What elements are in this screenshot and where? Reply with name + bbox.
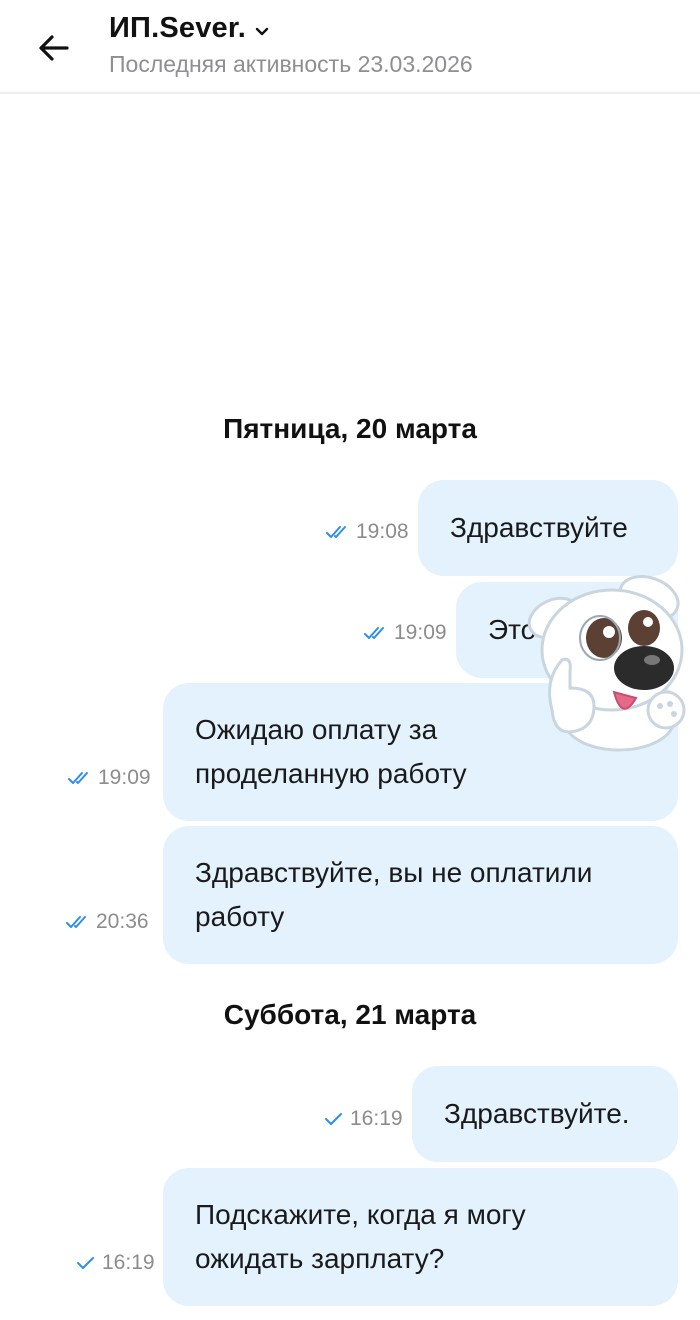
contact-name: ИП.Sever. [109, 12, 247, 44]
chat-header: ИП.Sever. Последняя активность 23.03.202… [0, 0, 700, 94]
message-meta: 19:09 [68, 766, 151, 790]
message-bubble[interactable]: Подскажите, когда я могу ожидать зарплат… [163, 1168, 678, 1306]
message-time: 19:09 [394, 621, 447, 644]
message-text: Здравствуйте. [444, 1098, 630, 1129]
message-time: 20:36 [96, 910, 149, 933]
arrow-left-icon [39, 35, 69, 61]
double-check-icon [326, 526, 346, 538]
message-text: Здравствуйте, вы не оплатили работу [195, 857, 593, 932]
dog-sticker[interactable] [524, 560, 694, 760]
message-time: 16:19 [102, 1251, 155, 1274]
single-check-icon [77, 1257, 94, 1269]
double-check-icon [68, 772, 88, 784]
back-button[interactable] [28, 22, 80, 74]
message-time: 19:09 [98, 766, 151, 789]
last-activity-status: Последняя активность 23.03.2026 [109, 51, 473, 77]
message-bubble[interactable]: Здравствуйте. [412, 1066, 678, 1162]
double-check-icon [364, 627, 384, 639]
date-separator: Суббота, 21 марта [223, 999, 477, 1030]
date-separator: Пятница, 20 марта [223, 413, 477, 444]
message-text: Здравствуйте [450, 512, 628, 543]
single-check-icon [325, 1113, 342, 1125]
message-text: Подскажите, когда я могу ожидать зарплат… [195, 1199, 526, 1274]
message-meta: 16:19 [76, 1251, 155, 1275]
double-check-icon [66, 916, 86, 928]
message-meta: 19:08 [326, 520, 409, 544]
message-text: Ожидаю оплату за проделанную работу [195, 714, 467, 789]
chevron-down-icon [255, 27, 269, 35]
message-meta: 20:36 [66, 910, 149, 934]
message-bubble[interactable]: Здравствуйте, вы не оплатили работу [163, 826, 678, 964]
contact-title-button[interactable]: ИП.Sever. [109, 12, 272, 45]
message-meta: 16:19 [324, 1107, 403, 1131]
message-time: 16:19 [350, 1107, 403, 1130]
message-time: 19:08 [356, 520, 409, 543]
message-meta: 19:09 [364, 621, 447, 645]
